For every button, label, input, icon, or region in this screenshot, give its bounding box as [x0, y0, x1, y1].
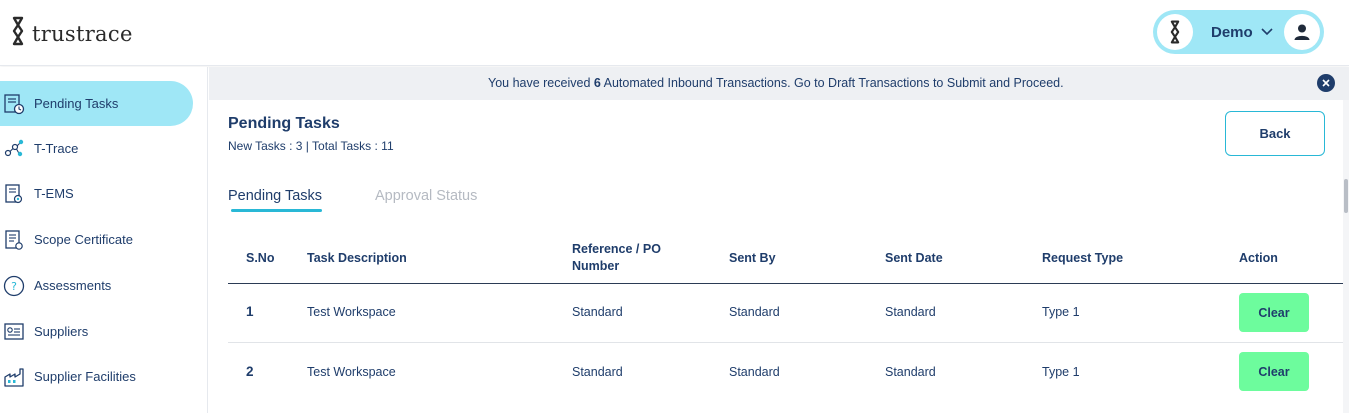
trustrace-logo-icon	[8, 16, 28, 51]
row-request-type: Type 1	[1042, 305, 1080, 319]
supplier-facilities-icon	[2, 365, 26, 389]
close-circle-icon[interactable]	[1317, 74, 1335, 92]
column-header-request-type: Request Type	[1042, 251, 1124, 265]
row-reference: Standard	[572, 365, 623, 379]
row-sent-date: Standard	[885, 305, 936, 319]
row-sno: 1	[246, 304, 254, 319]
sidebar-item-label: T-Trace	[34, 141, 79, 156]
sidebar-item-assessments[interactable]: ? Assessments	[0, 263, 193, 308]
user-avatar-icon[interactable]	[1284, 14, 1320, 50]
sidebar-item-label: T-EMS	[34, 186, 74, 201]
sidebar-item-supplier-facilities[interactable]: Supplier Facilities	[0, 354, 193, 399]
sidebar-item-scope-certificate[interactable]: Scope Certificate	[0, 217, 193, 262]
trustrace-small-logo-icon	[1157, 14, 1193, 50]
row-reference: Standard	[572, 305, 623, 319]
back-button[interactable]: Back	[1225, 111, 1325, 156]
row-request-type: Type 1	[1042, 365, 1080, 379]
column-header-task-description: Task Description	[307, 251, 407, 265]
top-bar: trustrace Demo	[0, 0, 1349, 66]
tab-approval-status[interactable]: Approval Status	[375, 188, 477, 204]
page-title: Pending Tasks	[228, 115, 340, 132]
assessments-icon: ?	[2, 274, 26, 298]
user-menu[interactable]: Demo	[1153, 10, 1324, 54]
sidebar: Pending Tasks T-Trace T-EMS Scope Certif…	[0, 67, 208, 413]
svg-text:?: ?	[11, 280, 17, 293]
clear-button[interactable]: Clear	[1239, 293, 1309, 332]
column-header-reference: Reference / PO Number	[572, 242, 661, 273]
notification-banner: You have received 6 Automated Inbound Tr…	[209, 67, 1349, 100]
sidebar-item-label: Suppliers	[34, 324, 89, 339]
row-divider	[228, 342, 1346, 343]
chevron-down-icon[interactable]	[1261, 28, 1273, 36]
row-sno: 2	[246, 364, 254, 379]
banner-suffix: Automated Inbound Transactions. Go to Dr…	[600, 76, 1064, 90]
active-tab-indicator	[231, 209, 322, 212]
brand-logo[interactable]: trustrace	[8, 16, 133, 51]
sidebar-item-label: Scope Certificate	[34, 232, 133, 247]
t-trace-icon	[2, 137, 26, 161]
user-name: Demo	[1211, 23, 1253, 41]
brand-name: trustrace	[32, 21, 133, 46]
sidebar-item-label: Pending Tasks	[34, 96, 119, 111]
banner-message: You have received 6 Automated Inbound Tr…	[488, 76, 1064, 90]
t-ems-icon	[2, 182, 26, 206]
scope-certificate-icon	[2, 228, 26, 252]
pending-tasks-icon	[2, 92, 26, 116]
banner-count: 6	[593, 76, 601, 90]
sidebar-item-label: Supplier Facilities	[34, 369, 136, 384]
clear-button[interactable]: Clear	[1239, 352, 1309, 391]
banner-prefix: You have received	[488, 76, 594, 90]
scrollbar-track[interactable]	[1343, 100, 1349, 413]
tab-pending-tasks[interactable]: Pending Tasks	[228, 188, 322, 204]
row-sent-by: Standard	[729, 365, 780, 379]
task-counts: New Tasks : 3 | Total Tasks : 11	[228, 139, 394, 153]
sidebar-item-label: Assessments	[34, 278, 112, 293]
sidebar-item-t-ems[interactable]: T-EMS	[0, 171, 193, 216]
header-divider	[228, 283, 1346, 284]
column-header-action: Action	[1239, 251, 1278, 265]
row-sent-date: Standard	[885, 365, 936, 379]
row-task-description: Test Workspace	[307, 305, 396, 319]
sidebar-item-suppliers[interactable]: Suppliers	[0, 309, 193, 354]
sidebar-item-pending-tasks[interactable]: Pending Tasks	[0, 81, 193, 126]
suppliers-icon	[2, 320, 26, 344]
row-task-description: Test Workspace	[307, 365, 396, 379]
column-header-sent-date: Sent Date	[885, 251, 943, 265]
scrollbar-thumb[interactable]	[1344, 179, 1348, 213]
column-header-sent-by: Sent By	[729, 251, 776, 265]
sidebar-item-t-trace[interactable]: T-Trace	[0, 126, 193, 171]
row-sent-by: Standard	[729, 305, 780, 319]
column-header-sno: S.No	[246, 251, 275, 265]
